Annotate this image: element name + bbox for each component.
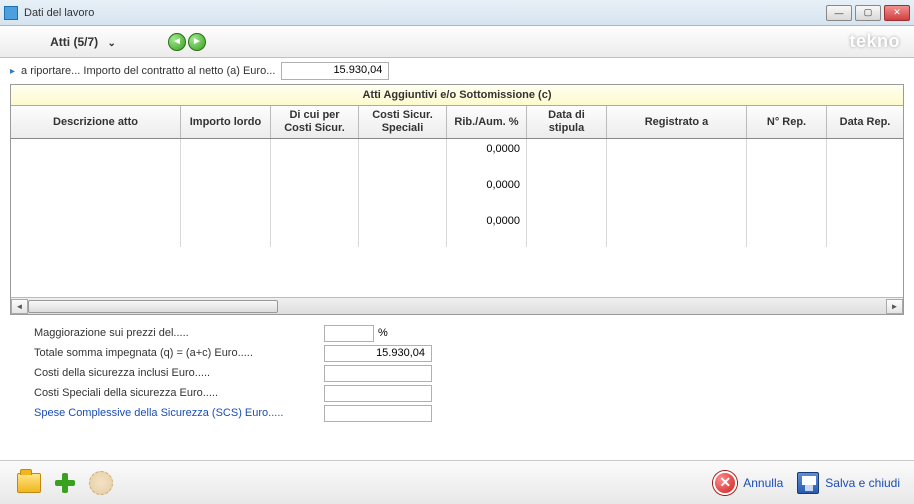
footer-toolbar: ✕ Annulla Salva e chiudi — [0, 460, 914, 504]
save-label: Salva e chiudi — [825, 476, 900, 490]
table-header-row: Descrizione atto Importo lordo Di cui pe… — [11, 106, 903, 139]
nav-title[interactable]: Atti (5/7) ⌄ — [8, 35, 158, 49]
chevron-down-icon: ⌄ — [107, 38, 115, 49]
open-folder-button[interactable] — [14, 468, 44, 498]
col-data-stipula[interactable]: Data di stipula — [527, 106, 607, 138]
col-n-rep[interactable]: N° Rep. — [747, 106, 827, 138]
scroll-thumb[interactable] — [28, 300, 278, 313]
close-button[interactable]: ✕ — [884, 5, 910, 21]
col-rib-aum[interactable]: Rib./Aum. % — [447, 106, 527, 138]
stamp-button[interactable] — [86, 468, 116, 498]
scroll-left-button[interactable]: ◄ — [11, 299, 28, 314]
subheader-label: a riportare... Importo del contratto al … — [21, 65, 275, 77]
window-title: Dati del lavoro — [24, 7, 826, 19]
table-title: Atti Aggiuntivi e/o Sottomissione (c) — [11, 85, 903, 106]
minimize-button[interactable]: — — [826, 5, 852, 21]
horizontal-scrollbar[interactable]: ◄ ► — [11, 297, 903, 314]
sum-val-maggiorazione[interactable] — [324, 325, 374, 342]
col-costi-speciali[interactable]: Costi Sicur. Speciali — [359, 106, 447, 138]
stamp-icon — [89, 471, 113, 495]
subheader-value: 15.930,04 — [281, 62, 389, 80]
sum-val-costi-inclusi — [324, 365, 432, 382]
subheader-row: ▸ a riportare... Importo del contratto a… — [10, 62, 904, 80]
add-button[interactable] — [50, 468, 80, 498]
app-icon — [4, 6, 18, 20]
cancel-icon: ✕ — [713, 471, 737, 495]
summary-block: Maggiorazione sui prezzi del..... % Tota… — [34, 323, 904, 423]
sum-unit-percent: % — [378, 327, 388, 339]
col-data-rep[interactable]: Data Rep. — [827, 106, 903, 138]
table-row[interactable]: 0,0000 — [11, 139, 903, 175]
nav-title-text: Atti (5/7) — [50, 35, 98, 49]
arrow-right-icon: ▸ — [10, 66, 15, 77]
folder-icon — [17, 473, 41, 493]
nav-prev-button[interactable]: ◄ — [168, 33, 186, 51]
sum-label-costi-speciali: Costi Speciali della sicurezza Euro..... — [34, 387, 324, 399]
atti-table: Atti Aggiuntivi e/o Sottomissione (c) De… — [10, 84, 904, 315]
brand-logo: tekno — [849, 31, 900, 52]
nav-next-button[interactable]: ► — [188, 33, 206, 51]
save-close-button[interactable]: Salva e chiudi — [797, 472, 900, 494]
nav-bar: Atti (5/7) ⌄ ◄ ► tekno — [0, 26, 914, 58]
sum-label-scs-link[interactable]: Spese Complessive della Sicurezza (SCS) … — [34, 407, 324, 419]
maximize-button[interactable]: ▢ — [855, 5, 881, 21]
cell-rib: 0,0000 — [447, 211, 527, 247]
col-importo-lordo[interactable]: Importo lordo — [181, 106, 271, 138]
sum-label-costi-inclusi: Costi della sicurezza inclusi Euro..... — [34, 367, 324, 379]
save-icon — [797, 472, 819, 494]
table-body[interactable]: 0,0000 0,0000 0,0000 — [11, 139, 903, 297]
table-row[interactable]: 0,0000 — [11, 211, 903, 247]
cancel-button[interactable]: ✕ Annulla — [713, 471, 783, 495]
scroll-track[interactable] — [28, 299, 488, 314]
sum-label-totale: Totale somma impegnata (q) = (a+c) Euro.… — [34, 347, 324, 359]
col-registrato[interactable]: Registrato a — [607, 106, 747, 138]
cell-rib: 0,0000 — [447, 139, 527, 175]
table-row[interactable]: 0,0000 — [11, 175, 903, 211]
col-costi-sicur[interactable]: Di cui per Costi Sicur. — [271, 106, 359, 138]
cancel-label: Annulla — [743, 476, 783, 490]
scroll-right-button[interactable]: ► — [886, 299, 903, 314]
sum-label-maggiorazione: Maggiorazione sui prezzi del..... — [34, 327, 324, 339]
col-descrizione[interactable]: Descrizione atto — [11, 106, 181, 138]
window-titlebar: Dati del lavoro — ▢ ✕ — [0, 0, 914, 26]
sum-val-totale: 15.930,04 — [324, 345, 432, 362]
plus-icon — [54, 472, 76, 494]
sum-val-costi-speciali — [324, 385, 432, 402]
sum-val-scs — [324, 405, 432, 422]
cell-rib: 0,0000 — [447, 175, 527, 211]
